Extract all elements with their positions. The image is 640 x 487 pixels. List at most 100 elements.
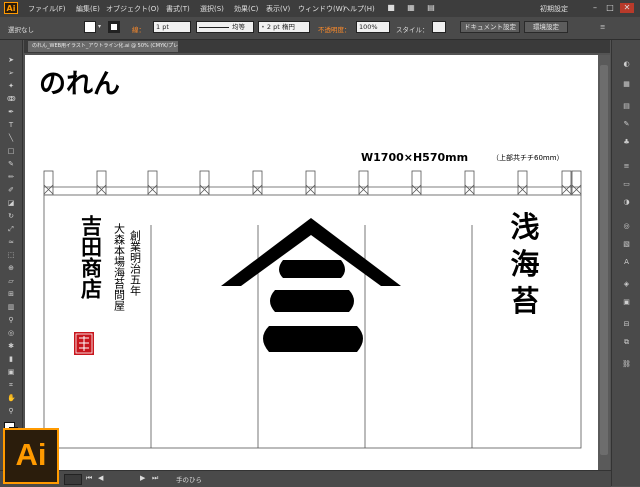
type-tool-icon[interactable]: T xyxy=(7,121,15,129)
stripe-middle xyxy=(270,290,354,312)
menu-view[interactable]: 表示(V) xyxy=(266,4,290,14)
menu-object[interactable]: オブジェクト(O) xyxy=(106,4,159,14)
menu-window[interactable]: ウィンドウ(W) xyxy=(298,4,345,14)
document-tab[interactable]: のれん_WEB用イラスト_アウトライン化.ai @ 50% (CMYK/プレビュ… xyxy=(28,41,178,52)
artboard[interactable]: のれん W1700×H570mm （上部共チチ60mm） 創業明治五年 大森本場… xyxy=(25,55,610,470)
mesh-tool-icon[interactable]: ⊞ xyxy=(7,290,15,298)
warp-tool-icon[interactable]: ≈ xyxy=(7,238,15,246)
graph-tool-icon[interactable]: ▮ xyxy=(7,355,15,363)
brush-label: 2 pt 楕円 xyxy=(266,23,295,31)
direct-selection-tool-icon[interactable]: ➢ xyxy=(7,69,15,77)
pen-tool-icon[interactable]: ✒ xyxy=(7,108,15,116)
product-text: 浅 海 苔 xyxy=(510,210,539,318)
brush-select[interactable]: • 2 pt 楕円 xyxy=(258,21,310,33)
menu-edit[interactable]: 編集(E) xyxy=(76,4,100,14)
stripe-bottom xyxy=(263,326,363,352)
preferences-button[interactable]: 環境設定 xyxy=(524,21,568,33)
eraser-icon[interactable]: ◪ xyxy=(7,199,15,207)
blob-brush-icon[interactable]: ✐ xyxy=(7,186,15,194)
eyedropper-icon[interactable]: ⚲ xyxy=(7,316,15,324)
selection-tool-icon[interactable]: ➤ xyxy=(7,56,15,64)
lasso-icon[interactable]: ↂ xyxy=(7,95,16,103)
scale-tool-icon[interactable]: ⤢ xyxy=(7,225,15,233)
app-logo: Ai xyxy=(4,2,18,14)
rotate-tool-icon[interactable]: ↻ xyxy=(7,212,15,220)
color-guide-icon[interactable]: ▦ xyxy=(621,80,632,89)
menu-help[interactable]: ヘルプ(H) xyxy=(343,4,375,14)
stroke-swatch[interactable] xyxy=(108,21,120,33)
align-panel-icon[interactable]: ⊟ xyxy=(621,320,632,329)
pathfinder-panel-icon[interactable]: ⧉ xyxy=(621,338,632,347)
next-page-icon[interactable]: ▶ xyxy=(140,474,145,482)
paintbrush-icon[interactable]: ✎ xyxy=(7,160,15,168)
prev-page-icon[interactable]: ◀ xyxy=(98,474,103,482)
stroke-weight-input[interactable]: 1 pt xyxy=(153,21,191,33)
stroke-panel-icon[interactable]: ≡ xyxy=(621,162,632,171)
shape-builder-icon[interactable]: ⊕ xyxy=(7,264,15,272)
panel-menu-icon[interactable]: ≡ xyxy=(600,23,605,31)
rectangle-tool-icon[interactable]: □ xyxy=(7,147,15,155)
swatches-panel-icon[interactable]: ▤ xyxy=(621,102,632,111)
illustrator-logo: Ai xyxy=(3,428,59,484)
pencil-icon[interactable]: ✏ xyxy=(7,173,15,181)
fill-swatch[interactable] xyxy=(84,21,96,33)
menu-file[interactable]: ファイル(F) xyxy=(28,4,66,14)
vertical-scrollbar[interactable] xyxy=(598,55,610,470)
free-transform-icon[interactable]: ⬚ xyxy=(7,251,15,259)
gradient-panel-icon[interactable]: ▭ xyxy=(621,180,632,189)
style-swatch[interactable] xyxy=(432,21,446,33)
scroll-thumb[interactable] xyxy=(600,65,608,455)
grid-icon[interactable]: ▤ xyxy=(424,3,438,13)
shop-type-text: 大森本場海苔問屋 xyxy=(113,222,126,312)
workspace-switcher[interactable]: 初期設定 xyxy=(540,4,568,14)
zoom-tool-icon[interactable]: ⚲ xyxy=(7,407,15,415)
stroke-label: 線： xyxy=(132,26,145,34)
close-icon[interactable]: ✕ xyxy=(620,3,634,13)
document-tab-bar: のれん_WEB用イラスト_アウトライン化.ai @ 50% (CMYK/プレビュ… xyxy=(24,40,610,53)
first-page-icon[interactable]: ⏮ xyxy=(86,474,92,483)
menu-type[interactable]: 書式(T) xyxy=(166,4,190,14)
menu-effect[interactable]: 効果(C) xyxy=(234,4,258,14)
transparency-panel-icon[interactable]: ◑ xyxy=(621,198,632,207)
gradient-tool-icon[interactable]: ▥ xyxy=(7,303,15,311)
graphic-styles-icon[interactable]: ▧ xyxy=(621,240,632,249)
size-sub-label: （上部共チチ60mm） xyxy=(492,153,564,162)
layers-panel-icon[interactable]: ◈ xyxy=(621,280,632,289)
restore-icon[interactable]: □ xyxy=(603,3,617,13)
document-setup-button[interactable]: ドキュメント設定 xyxy=(460,21,520,33)
status-bar: ⏮ ◀ ▶ ⏭ 手のひら xyxy=(0,470,611,487)
last-page-icon[interactable]: ⏭ xyxy=(152,474,158,483)
links-panel-icon[interactable]: ⛓ xyxy=(621,360,632,369)
style-label: スタイル： xyxy=(396,26,429,34)
color-panel-icon[interactable]: ◐ xyxy=(621,60,632,69)
shop-name-text: 吉田商店 xyxy=(79,215,104,300)
bridge-icon[interactable]: ■ xyxy=(384,3,398,13)
tools-panel: ➤ ➢ ✦ ↂ ✒ T ╲ □ ✎ ✏ ✐ ◪ ↻ ⤢ ≈ ⬚ ⊕ ▱ ⊞ ▥ … xyxy=(0,40,23,486)
menu-bar: Ai ファイル(F) 編集(E) オブジェクト(O) 書式(T) 選択(S) 効… xyxy=(0,0,640,17)
blend-tool-icon[interactable]: ◎ xyxy=(7,329,15,337)
appearance-panel-icon[interactable]: ◎ xyxy=(621,222,632,231)
magic-wand-icon[interactable]: ✦ xyxy=(7,82,15,90)
line-tool-icon[interactable]: ╲ xyxy=(7,134,15,142)
artboard-heading: のれん xyxy=(39,69,120,99)
symbol-sprayer-icon[interactable]: ✱ xyxy=(7,342,15,350)
perspective-grid-icon[interactable]: ▱ xyxy=(7,277,15,285)
artboard-tool-icon[interactable]: ▣ xyxy=(7,368,15,376)
brushes-panel-icon[interactable]: ✎ xyxy=(621,120,632,129)
selection-status: 選択なし xyxy=(8,26,34,34)
control-bar: 選択なし ▾ 線： 1 pt 均等 • 2 pt 楕円 不透明度： 100% ス… xyxy=(0,17,640,40)
arrange-icon[interactable]: ▦ xyxy=(404,3,418,13)
chevron-down-icon[interactable]: ▾ xyxy=(98,23,101,30)
character-panel-icon[interactable]: A xyxy=(621,258,632,267)
menu-select[interactable]: 選択(S) xyxy=(200,4,224,14)
symbols-panel-icon[interactable]: ♣ xyxy=(621,138,632,147)
slice-tool-icon[interactable]: ⌗ xyxy=(7,381,15,389)
opacity-input[interactable]: 100% xyxy=(356,21,390,33)
current-tool-status: 手のひら xyxy=(176,476,202,484)
hand-tool-icon[interactable]: ✋ xyxy=(7,394,16,402)
zoom-field[interactable] xyxy=(64,474,82,485)
product-char-3: 苔 xyxy=(510,284,539,318)
minimize-icon[interactable]: – xyxy=(588,3,602,13)
artboards-panel-icon[interactable]: ▣ xyxy=(621,298,632,307)
stroke-profile-select[interactable]: 均等 xyxy=(196,21,254,33)
